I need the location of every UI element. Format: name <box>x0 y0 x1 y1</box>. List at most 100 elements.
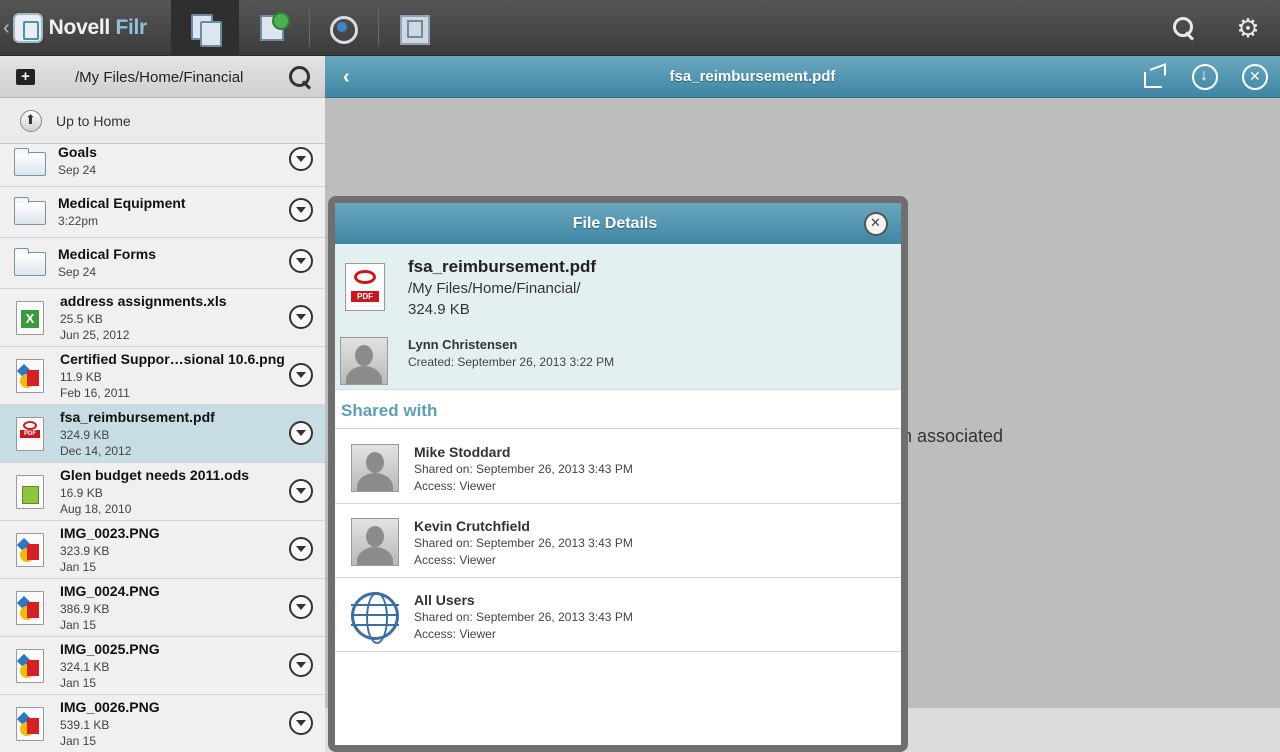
item-menu-chevron-icon[interactable] <box>289 147 313 171</box>
shared-icon <box>258 12 290 44</box>
item-date: Jun 25, 2012 <box>60 328 130 342</box>
item-menu-chevron-icon[interactable] <box>289 595 313 619</box>
item-menu-chevron-icon[interactable] <box>289 479 313 503</box>
item-menu-chevron-icon[interactable] <box>289 711 313 735</box>
item-menu-chevron-icon[interactable] <box>289 421 313 445</box>
close-icon[interactable] <box>1242 64 1268 90</box>
list-item-file[interactable]: IMG_0026.PNG 539.1 KB Jan 15 <box>0 695 325 752</box>
documents-icon <box>189 12 222 47</box>
tab-whats-new[interactable] <box>310 0 378 56</box>
pdf-file-icon: PDF <box>345 263 385 311</box>
list-item-folder[interactable]: Medical Equipment 3:22pm <box>0 187 325 238</box>
share-entry[interactable]: All Users Shared on: September 26, 2013 … <box>335 578 901 652</box>
back-chevron-icon[interactable]: ‹ <box>3 17 10 40</box>
folder-search-icon[interactable] <box>289 66 313 90</box>
list-item-file-selected[interactable]: PDF fsa_reimbursement.pdf 324.9 KB Dec 1… <box>0 405 325 463</box>
item-title: IMG_0024.PNG <box>60 583 160 599</box>
brand-novell: Novell <box>48 16 111 39</box>
item-size: 324.9 KB <box>60 428 110 442</box>
item-menu-chevron-icon[interactable] <box>289 249 313 273</box>
item-size: 539.1 KB <box>60 718 110 732</box>
file-name: fsa_reimbursement.pdf <box>408 257 596 276</box>
add-folder-icon[interactable]: + <box>16 69 35 85</box>
list-item-folder[interactable]: Goals Sep 24 <box>0 144 325 187</box>
tab-shared-with-me[interactable] <box>240 0 308 56</box>
item-menu-chevron-icon[interactable] <box>289 198 313 222</box>
share-icon[interactable] <box>1142 64 1168 90</box>
filr-logo-icon <box>12 13 43 43</box>
item-date: Dec 14, 2012 <box>60 444 132 458</box>
share-entry[interactable]: Kevin Crutchfield Shared on: September 2… <box>335 504 901 578</box>
list-item-file[interactable]: X address assignments.xls 25.5 KB Jun 25… <box>0 289 325 347</box>
file-summary: PDF fsa_reimbursement.pdf /My Files/Home… <box>335 244 901 390</box>
user-avatar <box>351 444 399 492</box>
list-item-file[interactable]: IMG_0023.PNG 323.9 KB Jan 15 <box>0 521 325 579</box>
viewer-message: n associated <box>902 426 1004 446</box>
item-date: Jan 15 <box>60 676 97 690</box>
whats-new-icon <box>328 12 360 44</box>
share-date: Shared on: September 26, 2013 3:43 PM <box>414 462 633 476</box>
owner-avatar <box>340 337 388 385</box>
image-file-icon <box>16 591 44 625</box>
dialog-close-icon[interactable] <box>864 212 888 236</box>
item-menu-chevron-icon[interactable] <box>289 537 313 561</box>
download-icon[interactable] <box>1192 64 1218 90</box>
net-folders-icon <box>397 12 430 45</box>
top-bar: ‹ Novell Filr ⚙ <box>0 0 1280 56</box>
list-item-file[interactable]: IMG_0025.PNG 324.1 KB Jan 15 <box>0 637 325 695</box>
settings-button[interactable]: ⚙ <box>1224 0 1272 56</box>
dialog-header: File Details <box>335 203 901 244</box>
item-title: IMG_0025.PNG <box>60 641 160 657</box>
item-menu-chevron-icon[interactable] <box>289 305 313 329</box>
list-item-file[interactable]: Certified Suppor…sional 10.6.png 11.9 KB… <box>0 347 325 405</box>
share-access: Access: Viewer <box>414 479 496 493</box>
brand-name: Novell Filr <box>48 16 148 40</box>
share-date: Shared on: September 26, 2013 3:43 PM <box>414 610 633 624</box>
current-path: /My Files/Home/Financial <box>75 69 244 86</box>
tab-my-files[interactable] <box>171 0 239 56</box>
share-name: Kevin Crutchfield <box>414 518 530 534</box>
dialog-title: File Details <box>572 215 658 232</box>
pdf-label: PDF <box>351 291 379 302</box>
owner-name: Lynn Christensen <box>408 337 518 352</box>
list-item-file[interactable]: Glen budget needs 2011.ods 16.9 KB Aug 1… <box>0 463 325 521</box>
browser-header: + /My Files/Home/Financial <box>0 56 325 98</box>
item-size: 25.5 KB <box>60 312 103 326</box>
spreadsheet-file-icon <box>16 475 44 509</box>
item-menu-chevron-icon[interactable] <box>289 653 313 677</box>
user-avatar <box>351 518 399 566</box>
file-list: Goals Sep 24 Medical Equipment 3:22pm Me… <box>0 144 325 752</box>
share-access: Access: Viewer <box>414 627 496 641</box>
item-date: Aug 18, 2010 <box>60 502 132 516</box>
viewer-header: ‹ fsa_reimbursement.pdf <box>325 56 1280 98</box>
file-details-dialog: File Details PDF fsa_reimbursement.pdf /… <box>335 203 901 745</box>
shared-with-header: Shared with <box>335 390 901 429</box>
item-title: fsa_reimbursement.pdf <box>60 409 215 425</box>
file-path: /My Files/Home/Financial/ <box>408 280 581 297</box>
list-item-file[interactable]: IMG_0024.PNG 386.9 KB Jan 15 <box>0 579 325 637</box>
share-date: Shared on: September 26, 2013 3:43 PM <box>414 536 633 550</box>
item-size: 323.9 KB <box>60 544 110 558</box>
globe-icon <box>351 592 399 644</box>
item-title: IMG_0023.PNG <box>60 525 160 541</box>
tab-net-folders[interactable] <box>379 0 447 56</box>
image-file-icon <box>16 359 44 393</box>
share-entry[interactable]: Mike Stoddard Shared on: September 26, 2… <box>335 430 901 504</box>
item-title: IMG_0026.PNG <box>60 699 160 715</box>
item-title: Glen budget needs 2011.ods <box>60 467 250 483</box>
global-search-button[interactable] <box>1160 0 1208 56</box>
item-title: Certified Suppor…sional 10.6.png <box>60 351 285 367</box>
file-size: 324.9 KB <box>408 301 470 318</box>
spreadsheet-file-icon: X <box>16 301 44 335</box>
item-size: 324.1 KB <box>60 660 110 674</box>
brand[interactable]: ‹ Novell Filr <box>0 0 147 56</box>
file-browser-panel: + /My Files/Home/Financial Up to Home Go… <box>0 56 325 752</box>
image-file-icon <box>16 533 44 567</box>
item-date: 3:22pm <box>58 214 99 228</box>
item-title: address assignments.xls <box>60 293 227 309</box>
up-to-home-button[interactable]: Up to Home <box>0 98 325 144</box>
item-menu-chevron-icon[interactable] <box>289 363 313 387</box>
up-arrow-icon <box>20 110 42 132</box>
list-item-folder[interactable]: Medical Forms Sep 24 <box>0 238 325 289</box>
share-access: Access: Viewer <box>414 553 496 567</box>
